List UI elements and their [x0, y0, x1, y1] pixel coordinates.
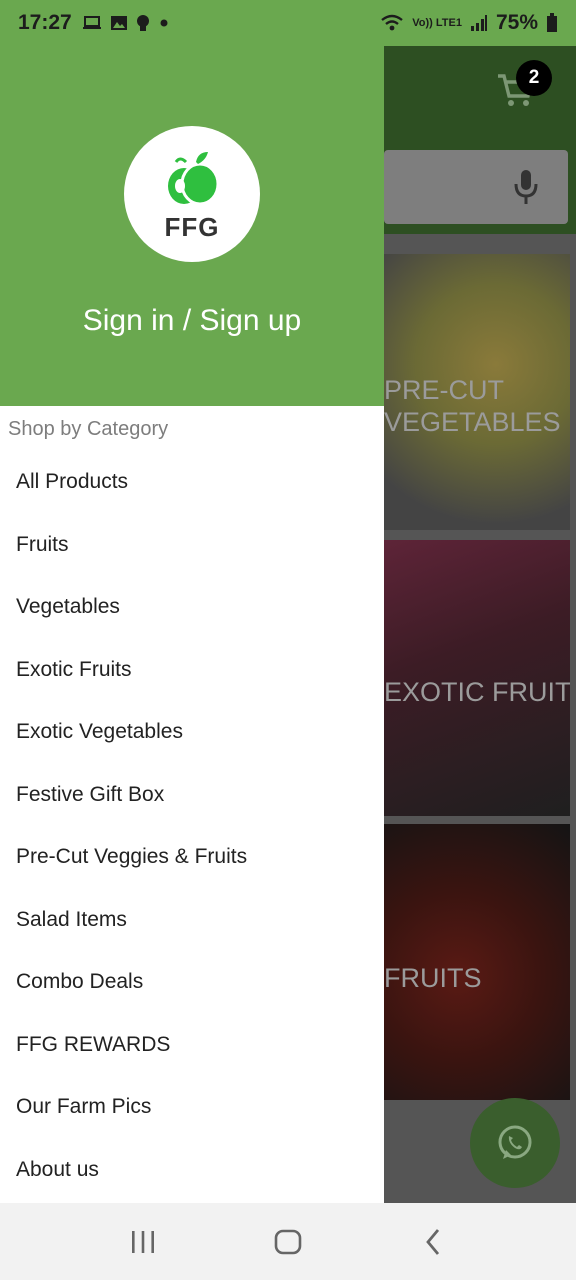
- whatsapp-button[interactable]: [470, 1098, 560, 1188]
- tile-label: EXOTIC FRUITS: [384, 677, 570, 707]
- laptop-icon: [82, 16, 101, 29]
- menu-item-exotic-fruits[interactable]: Exotic Fruits: [0, 639, 384, 702]
- menu-item-all-products[interactable]: All Products: [0, 451, 384, 514]
- menu-item-ffg-rewards[interactable]: FFG REWARDS: [0, 1014, 384, 1077]
- home-button[interactable]: [268, 1222, 308, 1262]
- signal-icon: [470, 15, 487, 31]
- system-nav-bar: [0, 1203, 576, 1280]
- tile-label: FRUITS: [384, 963, 482, 993]
- home-icon: [274, 1229, 302, 1254]
- wifi-icon: [381, 14, 404, 31]
- signin-button[interactable]: Sign in / Sign up: [0, 304, 384, 338]
- ffg-logo: FFG: [124, 126, 260, 262]
- status-icons: [82, 14, 170, 32]
- tile-label: PRE-CUT: [384, 375, 504, 405]
- menu-item-combo-deals[interactable]: Combo Deals: [0, 951, 384, 1014]
- menu-item-vegetables[interactable]: Vegetables: [0, 576, 384, 639]
- network-label: Vo)) LTE1: [412, 17, 462, 29]
- logo-text: FFG: [164, 212, 220, 242]
- tile-label: VEGETABLES: [384, 407, 561, 437]
- status-right: Vo)) LTE1 75%: [380, 11, 558, 35]
- back-button[interactable]: [413, 1222, 453, 1262]
- menu-item-fruits[interactable]: Fruits: [0, 514, 384, 577]
- whatsapp-icon: [498, 1125, 532, 1159]
- category-menu: All Products Fruits Vegetables Exotic Fr…: [0, 451, 384, 1201]
- mic-icon[interactable]: [512, 168, 540, 208]
- menu-item-exotic-vegetables[interactable]: Exotic Vegetables: [0, 701, 384, 764]
- category-tile-exotic-fruits[interactable]: EXOTIC FRUITS: [384, 540, 570, 816]
- status-time: 17:27: [18, 11, 72, 34]
- search-input[interactable]: [384, 150, 568, 224]
- status-bar: 17:27 Vo)) LTE1 75%: [0, 0, 576, 46]
- image-icon: [110, 16, 127, 30]
- menu-item-festive-gift-box[interactable]: Festive Gift Box: [0, 764, 384, 827]
- back-icon: [426, 1228, 440, 1255]
- menu-item-salad-items[interactable]: Salad Items: [0, 889, 384, 952]
- recent-apps-button[interactable]: [123, 1222, 163, 1262]
- drawer-header: FFG Sign in / Sign up: [0, 46, 384, 406]
- category-tile-fruits[interactable]: FRUITS: [384, 824, 570, 1100]
- navigation-drawer: FFG Sign in / Sign up Shop by Category A…: [0, 46, 384, 1203]
- section-title: Shop by Category: [8, 418, 169, 440]
- menu-item-pre-cut[interactable]: Pre-Cut Veggies & Fruits: [0, 826, 384, 889]
- recent-apps-icon: [131, 1230, 154, 1253]
- dot-icon: [160, 19, 168, 27]
- battery-percent: 75%: [495, 11, 538, 34]
- category-tile-pre-cut[interactable]: PRE-CUT VEGETABLES: [384, 254, 570, 530]
- fruit-logo-icon: [168, 152, 220, 206]
- battery-icon: [547, 13, 557, 32]
- menu-item-about-us[interactable]: About us: [0, 1139, 384, 1202]
- bulb-icon: [136, 15, 149, 31]
- menu-item-our-farm-pics[interactable]: Our Farm Pics: [0, 1076, 384, 1139]
- cart-count-badge: 2: [516, 60, 552, 96]
